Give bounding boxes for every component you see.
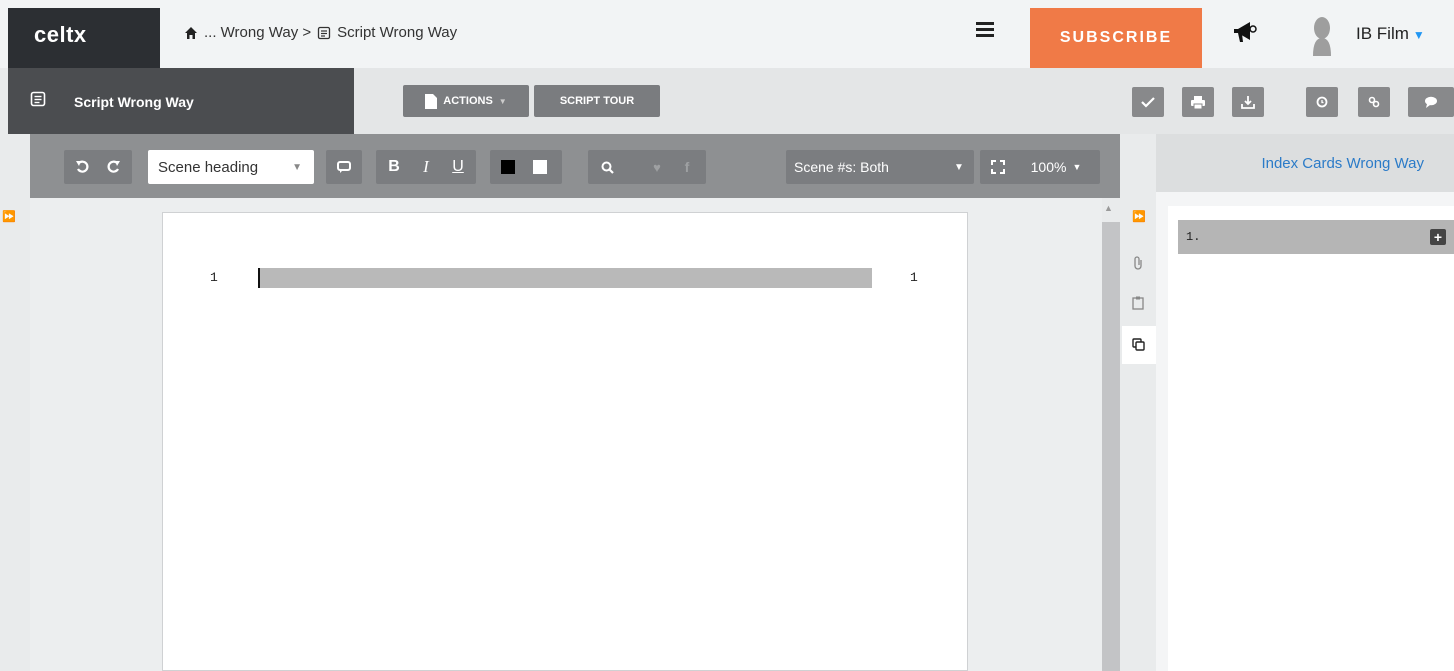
index-cards-title: Index Cards Wrong Way <box>1156 134 1454 192</box>
subscribe-button[interactable]: SUBSCRIBE <box>1030 8 1202 68</box>
fullscreen-icon[interactable] <box>984 150 1012 184</box>
chevron-down-icon: ▼ <box>1412 28 1425 42</box>
chevron-down-icon: ▼ <box>292 162 302 173</box>
expand-left-icon[interactable]: ⏩ <box>2 210 16 223</box>
actions-button[interactable]: ACTIONS ▼ <box>403 85 529 117</box>
search-icon[interactable] <box>594 150 620 184</box>
scene-number-right: 1 <box>910 270 918 285</box>
comments-button[interactable] <box>1408 87 1454 117</box>
breadcrumb-path[interactable]: ... Wrong Way > <box>204 24 311 41</box>
twitter-icon[interactable]: ♥ <box>646 150 668 184</box>
script-doc-icon <box>30 91 46 107</box>
paperclip-icon[interactable] <box>1132 256 1144 273</box>
index-cards-icon[interactable] <box>1132 338 1145 354</box>
hamburger-menu-icon[interactable] <box>976 22 994 38</box>
index-card[interactable]: 1. <box>1178 220 1454 254</box>
script-doc-icon <box>317 26 331 39</box>
add-card-icon[interactable]: + <box>1430 229 1446 245</box>
home-icon[interactable] <box>184 26 198 40</box>
breadcrumb: ... Wrong Way > Script Wrong Way <box>184 24 457 41</box>
clipboard-icon[interactable] <box>1132 296 1144 313</box>
index-cards-list <box>1168 206 1454 671</box>
add-comment-icon[interactable] <box>326 150 362 184</box>
scene-numbers-label: Scene #s: Both <box>794 159 889 175</box>
undo-icon[interactable] <box>68 150 98 184</box>
download-icon <box>1241 96 1255 109</box>
printer-icon <box>1191 95 1205 109</box>
check-icon <box>1141 97 1155 108</box>
bold-button[interactable]: B <box>380 150 408 184</box>
scene-heading-line[interactable] <box>258 268 872 288</box>
celtx-logo[interactable]: celtx <box>8 8 160 68</box>
chevron-down-icon: ▼ <box>954 161 964 173</box>
download-button[interactable] <box>1232 87 1264 117</box>
clock-icon <box>1316 96 1328 108</box>
scroll-up-arrow[interactable]: ▲ <box>1104 203 1113 213</box>
spellcheck-button[interactable] <box>1132 87 1164 117</box>
text-color-black[interactable] <box>498 150 518 184</box>
scene-number-left: 1 <box>210 270 218 285</box>
text-color-white[interactable] <box>530 150 550 184</box>
avatar-icon[interactable] <box>1310 16 1334 56</box>
element-type-select[interactable]: Scene heading ▼ <box>148 150 314 184</box>
print-button[interactable] <box>1182 87 1214 117</box>
document-title: Script Wrong Way <box>74 94 194 110</box>
history-button[interactable] <box>1306 87 1338 117</box>
scrollbar[interactable] <box>1102 222 1120 671</box>
underline-button[interactable]: U <box>444 150 472 184</box>
facebook-icon[interactable]: f <box>676 150 698 184</box>
document-tab[interactable]: Script Wrong Way <box>8 68 354 134</box>
chat-bubble-icon <box>1425 96 1437 108</box>
script-tour-button[interactable]: SCRIPT TOUR <box>534 85 660 117</box>
file-icon <box>425 93 438 109</box>
breadcrumb-current[interactable]: Script Wrong Way <box>337 24 457 41</box>
megaphone-icon[interactable] <box>1232 20 1258 44</box>
link-icon <box>1368 96 1380 108</box>
redo-icon[interactable] <box>98 150 128 184</box>
zoom-select[interactable]: 100% ▼ <box>1016 150 1096 184</box>
collapse-right-icon[interactable]: ⏩ <box>1132 210 1146 223</box>
italic-button[interactable]: I <box>412 150 440 184</box>
user-menu[interactable]: IB Film ▼ <box>1356 24 1425 44</box>
link-button[interactable] <box>1358 87 1390 117</box>
